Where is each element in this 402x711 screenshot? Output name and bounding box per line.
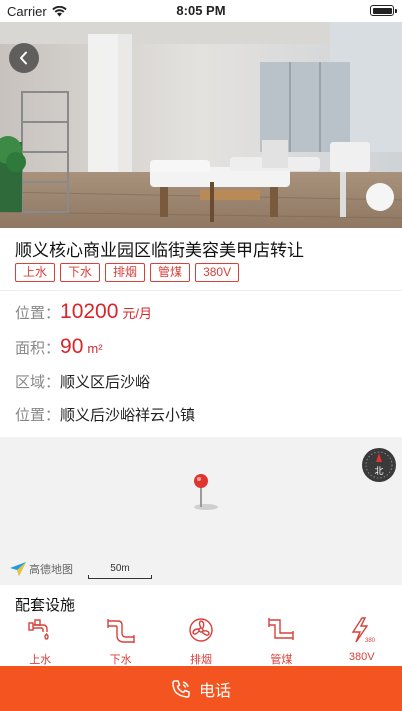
area-value: 90 <box>60 335 84 358</box>
facility-item: 上水 <box>0 617 80 667</box>
area-unit: m² <box>87 341 103 356</box>
battery-icon <box>370 5 397 16</box>
amap-logo-icon <box>10 562 26 576</box>
map-scale-label: 50m <box>110 563 130 574</box>
feature-tag: 管煤 <box>150 263 191 282</box>
area-row: 面积： 90 m² <box>15 335 103 359</box>
gas-pipe-icon <box>268 618 295 640</box>
facility-label: 380V <box>348 651 375 663</box>
district-label: 区域： <box>15 374 61 391</box>
listing-title: 顺义核心商业园区临街美容美甲店转让 <box>15 241 304 260</box>
map-provider-logo: 高德地图 <box>10 561 73 577</box>
call-button-label: 电话 <box>198 682 231 700</box>
rent-row: 位置： 10200 元/月 <box>15 300 152 324</box>
facility-item: 管煤 <box>241 617 321 667</box>
facility-label: 下水 <box>109 654 132 666</box>
salon-interior-image <box>0 22 402 228</box>
voltage-icon: 380 <box>351 617 376 643</box>
divider <box>0 290 402 291</box>
feature-tags: 上水 下水 排烟 管煤 380V <box>15 263 240 282</box>
status-bar: Carrier 8:05 PM <box>0 0 402 22</box>
facilities-grid: 上水 下水 排烟 管煤 380 380V <box>0 617 402 667</box>
district-row: 区域： 顺义区后沙峪 <box>15 371 150 392</box>
chevron-left-icon <box>20 51 27 65</box>
feature-tag: 下水 <box>60 263 101 282</box>
compass-button[interactable]: 北 <box>362 448 396 482</box>
feature-tag: 380V <box>195 263 240 282</box>
back-button[interactable] <box>9 43 39 73</box>
facilities-title: 配套设施 <box>15 597 76 614</box>
facility-label: 排烟 <box>189 654 212 666</box>
drain-pipe-icon <box>106 619 135 643</box>
area-label: 面积： <box>15 340 61 357</box>
map-logo-text: 高德地图 <box>29 564 73 576</box>
rent-unit: 元/月 <box>122 306 153 321</box>
compass-north-label: 北 <box>374 466 384 476</box>
listing-photo[interactable] <box>0 22 402 228</box>
facility-label: 上水 <box>29 654 52 666</box>
rent-value: 10200 <box>60 300 119 323</box>
phone-icon <box>172 679 190 698</box>
call-button[interactable]: 电话 <box>0 666 402 711</box>
facility-item: 下水 <box>80 617 160 667</box>
clock: 8:05 PM <box>176 3 226 18</box>
location-row: 位置： 顺义后沙峪祥云小镇 <box>15 404 195 425</box>
location-label: 位置： <box>15 407 61 424</box>
district-value: 顺义区后沙峪 <box>60 374 151 391</box>
facility-item: 380 380V <box>322 617 402 667</box>
location-value: 顺义后沙峪祥云小镇 <box>60 407 196 424</box>
svg-text:380: 380 <box>365 638 376 643</box>
exhaust-fan-icon <box>189 618 213 642</box>
feature-tag: 上水 <box>15 263 56 282</box>
facility-item: 排烟 <box>161 617 241 667</box>
location-map[interactable]: 北 高德地图 50m <box>0 437 402 585</box>
map-scale-bar <box>88 575 152 579</box>
rent-label: 位置： <box>15 305 61 322</box>
faucet-icon <box>28 619 49 640</box>
feature-tag: 排烟 <box>105 263 146 282</box>
map-scale: 50m <box>88 563 152 579</box>
facility-label: 管煤 <box>270 654 293 666</box>
